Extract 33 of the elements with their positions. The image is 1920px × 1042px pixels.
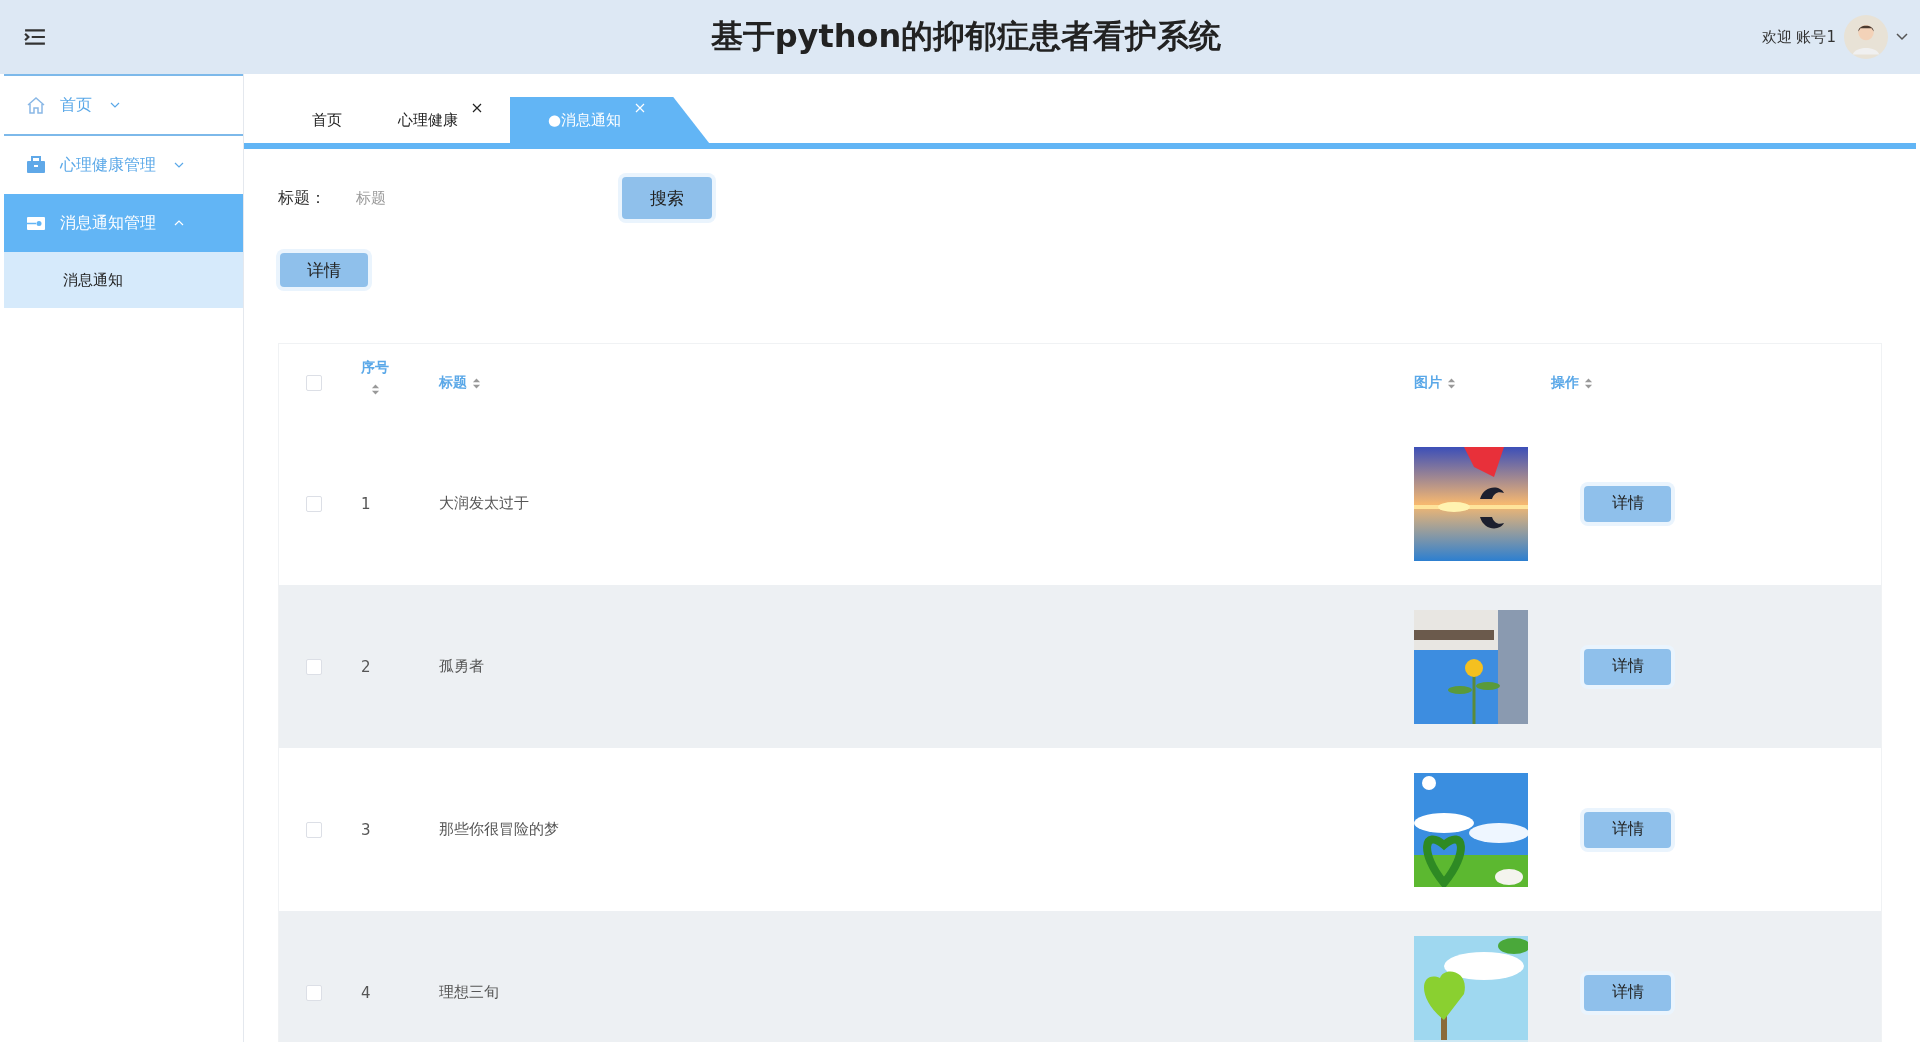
table-cell: 孤勇者: [439, 657, 484, 676]
table-cell: 1: [361, 494, 371, 513]
avatar-icon[interactable]: [1844, 15, 1888, 59]
sort-icon[interactable]: [370, 382, 380, 396]
sort-icon[interactable]: [472, 376, 481, 390]
chevron-icon: [174, 161, 184, 169]
table-cell: 那些你很冒险的梦: [439, 820, 559, 839]
checkbox[interactable]: [306, 658, 322, 675]
menu-icon[interactable]: [24, 28, 46, 46]
table-cell: 大润发太过于: [439, 494, 529, 513]
chevron-icon: [110, 101, 120, 109]
welcome-text: 欢迎 账号1: [1761, 27, 1836, 47]
search-field[interactable]: 标题: [352, 183, 600, 213]
caret-icon[interactable]: [1896, 33, 1908, 41]
app-title: 基于python的抑郁症患者看护系统: [709, 16, 1223, 57]
home-icon: [26, 95, 46, 115]
sort-icon[interactable]: [1447, 376, 1456, 390]
table-cell: 4: [361, 983, 371, 1002]
chevron-icon: [174, 219, 184, 227]
tab[interactable]: 心理健康: [370, 97, 510, 143]
search-label: 标题：: [278, 187, 327, 209]
sort-icon[interactable]: [1584, 376, 1593, 390]
table-cell: 2: [361, 657, 371, 676]
checkbox[interactable]: [306, 495, 322, 512]
checkbox[interactable]: [306, 821, 322, 838]
sidebar-subitem[interactable]: 消息通知: [4, 252, 243, 308]
close-icon[interactable]: [472, 103, 482, 113]
table-cell: 理想三旬: [439, 983, 499, 1002]
table-cell: 3: [361, 820, 371, 839]
checkbox[interactable]: [306, 984, 322, 1001]
briefcase-icon: [26, 155, 46, 175]
checkbox[interactable]: [306, 375, 322, 391]
tab[interactable]: 首页: [284, 97, 370, 143]
